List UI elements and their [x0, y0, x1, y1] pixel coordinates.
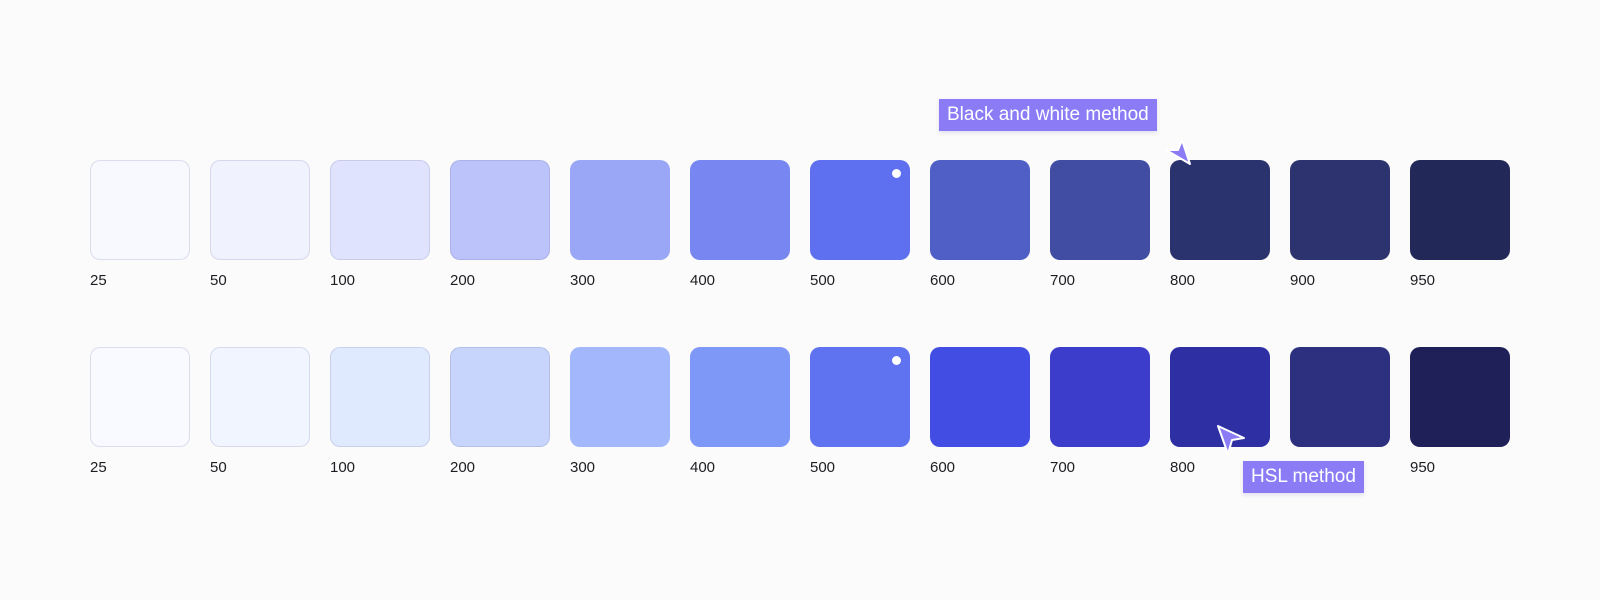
swatch-label: 300 — [570, 459, 596, 476]
color-swatch-700[interactable] — [1050, 160, 1150, 260]
color-swatch-25[interactable] — [90, 160, 190, 260]
color-swatch-500[interactable] — [810, 160, 910, 260]
swatch-label: 700 — [1050, 459, 1076, 476]
swatch-label: 800 — [1170, 459, 1196, 476]
color-swatch-50[interactable] — [210, 347, 310, 447]
swatch-row-black-and-white: 25 50 100 200 300 400 500 600 700 800 900 950 — [90, 160, 1510, 300]
selected-indicator-dot — [892, 169, 901, 178]
swatch-label: 300 — [570, 272, 596, 289]
swatch-label: 25 — [90, 459, 107, 476]
color-swatch-400[interactable] — [690, 160, 790, 260]
color-swatch-700[interactable] — [1050, 347, 1150, 447]
swatch-label: 800 — [1170, 272, 1196, 289]
annotation-black-and-white-method: Black and white method — [939, 99, 1157, 131]
color-swatch-500[interactable] — [810, 347, 910, 447]
color-swatch-25[interactable] — [90, 347, 190, 447]
swatch-label: 600 — [930, 272, 956, 289]
color-swatch-600[interactable] — [930, 347, 1030, 447]
swatch-label: 500 — [810, 459, 836, 476]
color-swatch-100[interactable] — [330, 160, 430, 260]
swatch-label: 400 — [690, 272, 716, 289]
swatch-label: 600 — [930, 459, 956, 476]
swatch-label: 950 — [1410, 272, 1436, 289]
color-swatch-600[interactable] — [930, 160, 1030, 260]
swatch-label: 500 — [810, 272, 836, 289]
swatch-label: 900 — [1290, 272, 1316, 289]
selected-indicator-dot — [892, 356, 901, 365]
color-swatch-300[interactable] — [570, 347, 670, 447]
cursor-arrow-icon — [1165, 139, 1191, 165]
color-swatch-50[interactable] — [210, 160, 310, 260]
swatch-label: 25 — [90, 272, 107, 289]
annotation-hsl-method: HSL method — [1243, 461, 1364, 493]
swatch-label: 200 — [450, 459, 476, 476]
swatch-label: 400 — [690, 459, 716, 476]
cursor-arrow-icon — [1217, 425, 1245, 455]
swatch-label: 100 — [330, 459, 356, 476]
swatch-label: 200 — [450, 272, 476, 289]
color-swatch-200[interactable] — [450, 347, 550, 447]
color-swatch-200[interactable] — [450, 160, 550, 260]
color-swatch-300[interactable] — [570, 160, 670, 260]
color-swatch-950[interactable] — [1410, 347, 1510, 447]
color-swatch-900[interactable] — [1290, 347, 1390, 447]
swatch-label: 50 — [210, 272, 227, 289]
color-swatch-100[interactable] — [330, 347, 430, 447]
swatch-label: 50 — [210, 459, 227, 476]
color-swatch-900[interactable] — [1290, 160, 1390, 260]
color-swatch-950[interactable] — [1410, 160, 1510, 260]
swatch-label: 950 — [1410, 459, 1436, 476]
color-swatch-400[interactable] — [690, 347, 790, 447]
color-swatch-800[interactable] — [1170, 160, 1270, 260]
swatch-label: 100 — [330, 272, 356, 289]
swatch-label: 700 — [1050, 272, 1076, 289]
